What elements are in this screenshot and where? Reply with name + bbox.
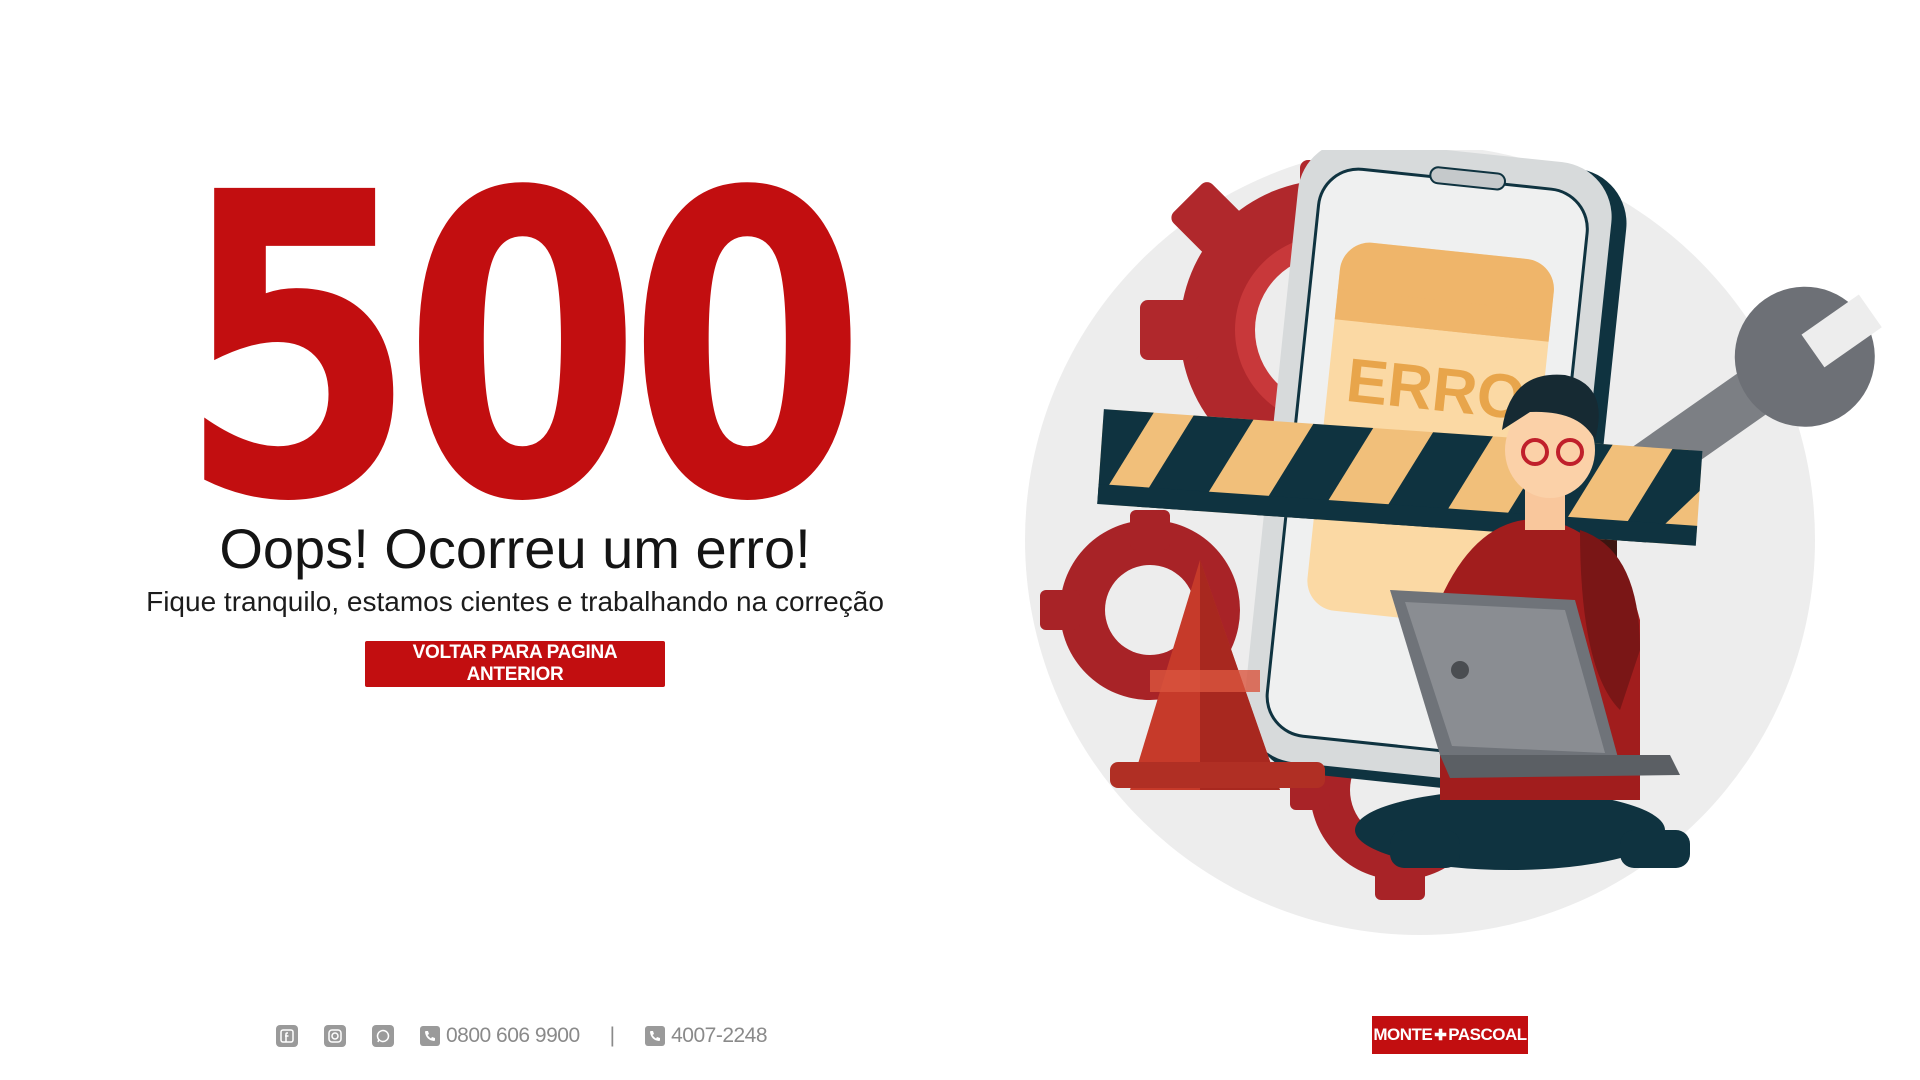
error-title: Oops! Ocorreu um erro! bbox=[219, 517, 811, 580]
social-and-contacts: 0800 606 9900 | 4007-2248 bbox=[276, 1024, 768, 1048]
phone-icon bbox=[645, 1026, 666, 1046]
phone-contact-1[interactable]: 0800 606 9900 bbox=[420, 1024, 580, 1048]
monte-pascoal-logo[interactable]: MONTE ✚ PASCOAL bbox=[1372, 1016, 1528, 1054]
whatsapp-icon[interactable] bbox=[372, 1025, 394, 1047]
error-code: 500 bbox=[177, 105, 867, 594]
error-content: 500 Oops! Ocorreu um erro! Fique tranqui… bbox=[0, 0, 1030, 1080]
phone-contact-2[interactable]: 4007-2248 bbox=[645, 1024, 768, 1048]
error-message: Fique tranquilo, estamos cientes e traba… bbox=[146, 586, 884, 617]
phone-icon bbox=[420, 1026, 440, 1046]
logo-cross-icon: ✚ bbox=[1434, 1027, 1447, 1044]
error-illustration: ERRO bbox=[1025, 150, 1882, 935]
logo-text-right: PASCOAL bbox=[1448, 1025, 1527, 1044]
logo-text-left: MONTE bbox=[1373, 1025, 1433, 1044]
instagram-icon[interactable] bbox=[324, 1025, 346, 1047]
footer: 0800 606 9900 | 4007-2248 MONTE ✚ PASCOA… bbox=[0, 1016, 1920, 1056]
phone-number-2: 4007-2248 bbox=[671, 1024, 768, 1047]
facebook-icon[interactable] bbox=[276, 1025, 298, 1047]
back-to-previous-page-button[interactable]: VOLTAR PARA PAGINA ANTERIOR bbox=[365, 641, 665, 687]
error-page: 500 Oops! Ocorreu um erro! Fique tranqui… bbox=[0, 0, 1920, 1080]
separator: | bbox=[609, 1024, 616, 1047]
phone-number-1: 0800 606 9900 bbox=[446, 1024, 580, 1047]
